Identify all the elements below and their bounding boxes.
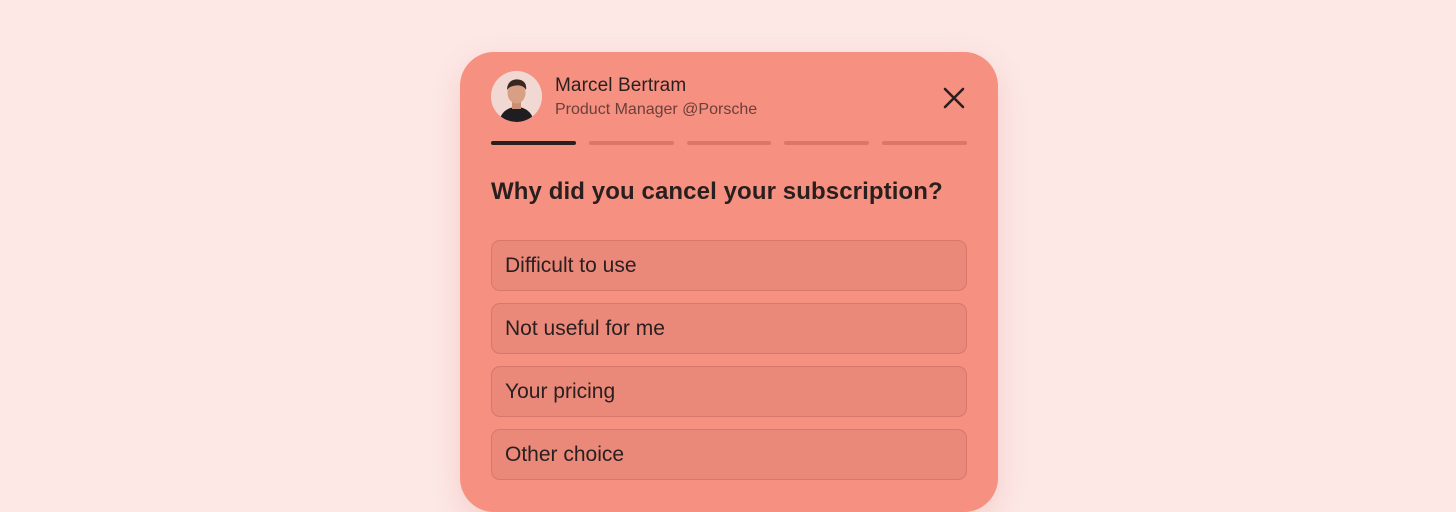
option-label: Your pricing — [505, 379, 616, 403]
progress-step-4 — [784, 141, 870, 145]
close-button[interactable] — [938, 82, 970, 114]
option-label: Other choice — [505, 442, 625, 466]
progress-step-2 — [588, 141, 674, 145]
person-avatar-icon — [491, 71, 542, 122]
close-icon — [943, 87, 965, 109]
progress-step-5 — [882, 141, 967, 145]
answer-options: Difficult to use Not useful for me Your … — [491, 240, 967, 492]
option-other-choice[interactable]: Other choice — [491, 429, 967, 480]
user-role: Product Manager @Porsche — [555, 101, 758, 118]
progress-bar — [491, 141, 967, 145]
option-label: Difficult to use — [505, 253, 637, 277]
option-difficult-to-use[interactable]: Difficult to use — [491, 240, 967, 291]
progress-step-1 — [491, 141, 576, 145]
user-name: Marcel Bertram — [555, 75, 687, 96]
option-not-useful[interactable]: Not useful for me — [491, 303, 967, 354]
survey-card: Marcel Bertram Product Manager @Porsche … — [460, 52, 998, 512]
avatar — [491, 71, 542, 122]
question-title: Why did you cancel your subscription? — [491, 178, 943, 205]
option-label: Not useful for me — [505, 316, 665, 340]
progress-step-3 — [686, 141, 772, 145]
option-pricing[interactable]: Your pricing — [491, 366, 967, 417]
